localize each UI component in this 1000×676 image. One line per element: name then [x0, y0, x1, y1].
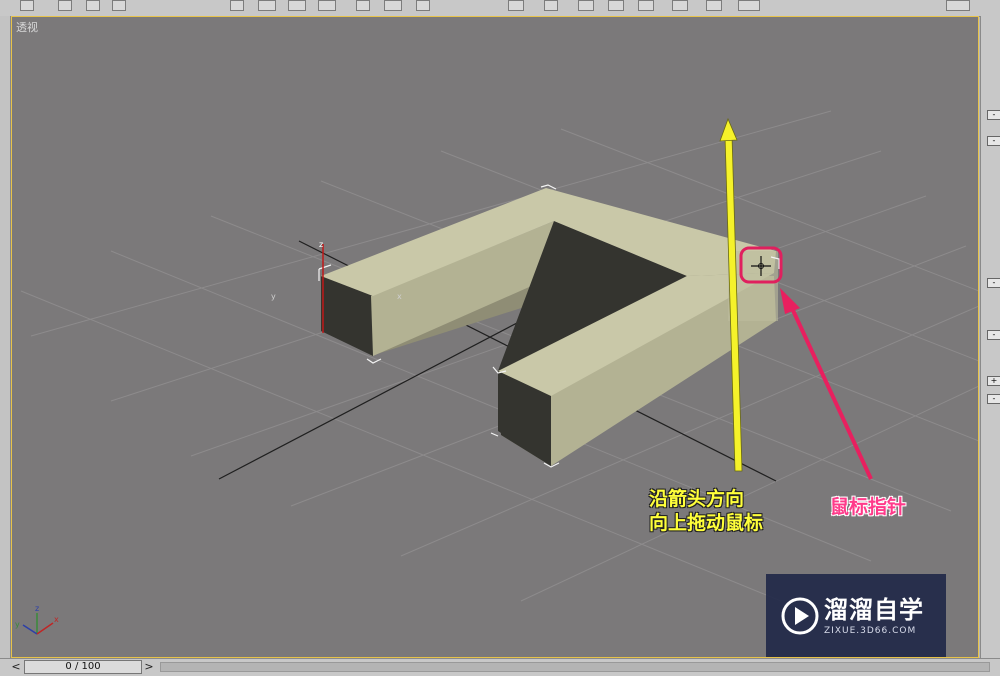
- rollout-collapse-button[interactable]: -: [987, 136, 1000, 146]
- snap-icon[interactable]: [384, 0, 402, 11]
- render-setup-icon[interactable]: [706, 0, 722, 11]
- timeline-track[interactable]: [160, 662, 990, 672]
- schematic-icon[interactable]: [638, 0, 654, 11]
- drag-instruction-line1: 沿箭头方向: [649, 488, 745, 510]
- svg-text:y: y: [15, 620, 20, 629]
- scale-icon[interactable]: [288, 0, 306, 11]
- align-icon[interactable]: [544, 0, 558, 11]
- reference-coords-icon[interactable]: [318, 0, 336, 11]
- watermark-url: ZIXUE.3D66.COM: [824, 626, 917, 636]
- watermark-logo: 溜溜自学 ZIXUE.3D66.COM: [766, 574, 946, 657]
- mirror-icon[interactable]: [508, 0, 524, 11]
- viewport-label[interactable]: 透视: [16, 19, 38, 35]
- world-axis-tripod: z y x: [15, 604, 59, 635]
- rollout-collapse-button[interactable]: -: [987, 394, 1000, 404]
- main-toolbar: [0, 0, 1000, 17]
- watermark-title: 溜溜自学: [824, 596, 924, 624]
- u-shaped-box-object[interactable]: [318, 184, 780, 468]
- drag-instruction-line2: 向上拖动鼠标: [649, 512, 764, 534]
- time-slider[interactable]: 0 / 100: [24, 660, 142, 674]
- select-region-icon[interactable]: [86, 0, 100, 11]
- svg-text:x: x: [54, 615, 59, 624]
- play-icon: [781, 597, 819, 635]
- gizmo-x-label: x: [397, 292, 402, 301]
- material-editor-icon[interactable]: [672, 0, 688, 11]
- rotate-icon[interactable]: [258, 0, 276, 11]
- select-icon[interactable]: [20, 0, 34, 11]
- rollout-collapse-button[interactable]: -: [987, 110, 1000, 120]
- viewport-scene: z y x z y x: [15, 110, 978, 635]
- angle-snap-icon[interactable]: [416, 0, 430, 11]
- rollout-expand-button[interactable]: +: [987, 376, 1000, 386]
- curve-editor-icon[interactable]: [608, 0, 624, 11]
- gizmo-y-label: y: [271, 292, 276, 301]
- select-by-name-icon[interactable]: [58, 0, 72, 11]
- drag-instruction: 沿箭头方向 向上拖动鼠标: [649, 487, 763, 535]
- pivot-icon[interactable]: [356, 0, 370, 11]
- perspective-viewport[interactable]: z y x z y x 透视 沿箭头方向 向上拖动鼠标 鼠标指针 溜溜自学 ZI…: [11, 16, 979, 658]
- layer-icon[interactable]: [578, 0, 594, 11]
- rollout-collapse-button[interactable]: -: [987, 278, 1000, 288]
- rollout-collapse-button[interactable]: -: [987, 330, 1000, 340]
- next-frame-button[interactable]: >: [143, 660, 155, 674]
- left-dock-strip: [0, 16, 11, 658]
- pointer-caption: 鼠标指针: [830, 496, 907, 518]
- gizmo-z-label: z: [319, 240, 323, 249]
- command-panel: - - - - + -: [980, 16, 1000, 658]
- render-icon[interactable]: [738, 0, 760, 11]
- home-grid: [20, 110, 978, 602]
- window-crossing-icon[interactable]: [112, 0, 126, 11]
- move-icon[interactable]: [230, 0, 244, 11]
- timeline-bar: < 0 / 100 >: [0, 658, 1000, 676]
- prev-frame-button[interactable]: <: [10, 660, 22, 674]
- render-frame-icon[interactable]: [946, 0, 970, 11]
- mouse-pointer-arrow: [780, 288, 873, 480]
- svg-text:z: z: [35, 604, 39, 613]
